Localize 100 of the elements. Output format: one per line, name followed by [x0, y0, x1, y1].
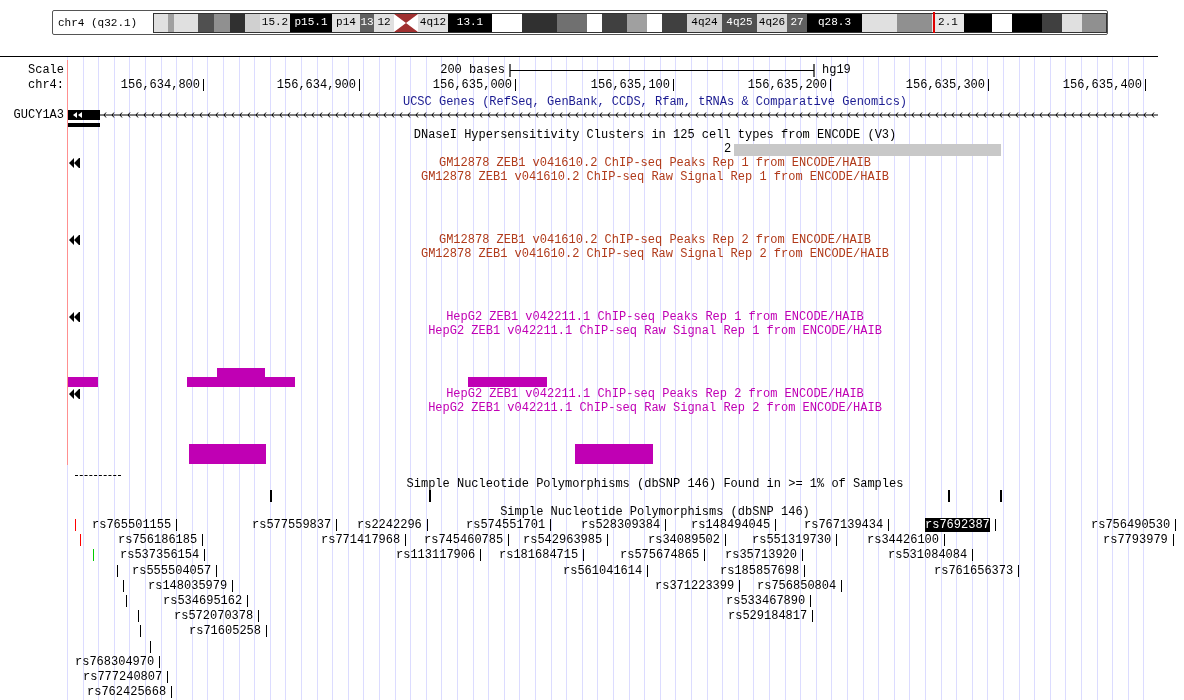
snp-tick[interactable] [204, 549, 206, 562]
snp-label[interactable]: rs768304970 [75, 654, 155, 669]
snp-label[interactable]: rs534695162 [163, 594, 243, 608]
snp-label[interactable]: rs34426100 [867, 533, 939, 548]
snp-tick[interactable] [836, 534, 838, 547]
chromosome-band[interactable]: 2.1 [932, 13, 964, 32]
snp-label[interactable]: rs531084084 [888, 548, 968, 563]
snp-label[interactable]: rs35713920 [725, 548, 797, 563]
snp-tick[interactable] [167, 671, 169, 683]
snp-tick[interactable] [258, 610, 260, 623]
snp-label[interactable]: rs371223399 [655, 578, 735, 593]
snp-tick[interactable] [665, 519, 667, 531]
chromosome-band[interactable]: p15.1 [290, 13, 332, 32]
chromosome-band[interactable]: p14 [332, 13, 360, 32]
snp-tick[interactable] [247, 595, 249, 607]
snp-tick[interactable] [405, 534, 407, 547]
snp-tick[interactable] [802, 549, 803, 562]
snp-tick[interactable] [266, 625, 267, 638]
chromosome-band[interactable] [897, 13, 932, 32]
gene-label[interactable]: GUCY1A3 [0, 108, 64, 122]
gene-model-drawing[interactable] [68, 109, 1158, 127]
snp-tick[interactable] [739, 579, 741, 592]
snp-tick[interactable] [176, 519, 178, 531]
snp-label[interactable]: rs7692387 [925, 518, 990, 532]
snp-tick[interactable] [1172, 534, 1174, 547]
snp-tick[interactable] [841, 579, 843, 592]
snp-label[interactable]: rs574551701 [466, 518, 546, 532]
snp-tick[interactable] [508, 534, 510, 547]
chromosome-band[interactable]: 13.1 [448, 13, 492, 32]
snp-tick[interactable] [583, 549, 585, 562]
snp-tick[interactable] [426, 519, 428, 531]
snp-tick[interactable] [888, 519, 890, 531]
snp-tick[interactable] [944, 534, 945, 547]
snp-label[interactable]: rs561041614 [563, 563, 643, 578]
snp-label[interactable]: rs2242296 [357, 518, 422, 532]
snp-label[interactable]: rs572070378 [174, 609, 254, 624]
snp-tick[interactable] [775, 519, 777, 531]
snp-label[interactable]: rs745460785 [424, 533, 504, 548]
snp-tick[interactable] [994, 519, 996, 531]
chromosome-band[interactable] [154, 13, 168, 32]
chromosome-band[interactable]: q28.3 [807, 13, 862, 32]
snp-label[interactable]: rs34089502 [648, 533, 720, 548]
snp-label[interactable]: rs761656373 [934, 563, 1014, 578]
chromosome-band[interactable]: 15.2 [260, 13, 290, 32]
left-arrows-icon[interactable] [69, 158, 80, 168]
snp-label[interactable]: rs533467890 [726, 594, 806, 608]
chromosome-band[interactable] [1062, 13, 1082, 32]
snp-tick[interactable] [140, 625, 141, 638]
snp-label[interactable]: rs185857698 [720, 563, 800, 578]
snp-tick[interactable] [972, 549, 974, 562]
snp-tick[interactable] [232, 579, 234, 592]
snp-tick[interactable] [202, 534, 204, 547]
snp-tick[interactable] [336, 519, 338, 531]
snp-label[interactable]: rs71605258 [189, 624, 261, 639]
chromosome-band[interactable] [174, 13, 198, 32]
snp-tick[interactable] [216, 564, 218, 577]
chromosome-band[interactable] [214, 13, 230, 32]
snp-tick[interactable] [1018, 564, 1020, 577]
snp-tick[interactable] [171, 686, 173, 699]
snp-label[interactable]: rs762425668 [87, 685, 167, 700]
snp-label[interactable]: rs575674865 [620, 548, 700, 563]
snp-label[interactable]: rs756490530 [1091, 518, 1171, 532]
chromosome-band[interactable] [245, 13, 260, 32]
left-arrows-icon[interactable] [69, 312, 80, 322]
snp-label[interactable]: rs113117906 [396, 548, 476, 563]
left-arrows-icon[interactable] [69, 389, 80, 399]
snp-label[interactable]: rs756186185 [118, 533, 198, 548]
snp-tick[interactable] [159, 655, 161, 668]
snp-tick[interactable] [810, 595, 812, 607]
snp-tick[interactable] [123, 579, 124, 592]
snp-label[interactable]: rs7793979 [1103, 533, 1168, 548]
snp-label[interactable]: rs542963985 [523, 533, 603, 548]
snp-label[interactable]: rs551319730 [752, 533, 832, 548]
snp-label[interactable]: rs767139434 [804, 518, 884, 532]
snp-tick[interactable] [150, 640, 151, 653]
chromosome-band[interactable]: 12 [374, 13, 394, 32]
snp-label[interactable]: rs537356154 [120, 548, 200, 563]
chromosome-band[interactable] [862, 13, 897, 32]
chromosome-band[interactable] [1082, 13, 1106, 32]
chromosome-ideogram[interactable]: 15.2 p15.1 p14 13 12 4q12 13.1 4q24 4q25 4q26 27 q28.3 2.1 [153, 12, 1107, 33]
snp-tick[interactable] [550, 519, 552, 531]
snp-tick[interactable] [138, 610, 139, 623]
snp-tick[interactable] [704, 549, 706, 562]
snp-label[interactable]: rs528309384 [581, 518, 661, 532]
chromosome-band[interactable] [168, 13, 174, 32]
snp-tick[interactable] [725, 534, 726, 547]
snp-label[interactable]: rs148494045 [691, 518, 771, 532]
snp-tick[interactable] [804, 564, 806, 577]
left-arrows-icon[interactable] [69, 235, 80, 245]
snp-label[interactable]: rs529184817 [728, 609, 808, 624]
chromosome-band[interactable]: 4q26 [757, 13, 787, 32]
snp-tick[interactable] [117, 564, 118, 577]
snp-tick[interactable] [1175, 519, 1177, 531]
chromosome-band[interactable]: 27 [787, 13, 807, 32]
snp-label[interactable]: rs756850804 [757, 578, 837, 593]
chromosome-band[interactable]: 4q25 [722, 13, 757, 32]
snp-label[interactable]: rs771417968 [321, 533, 401, 548]
snp-label[interactable]: rs765501155 [92, 518, 172, 532]
snp-label[interactable]: rs148035979 [148, 578, 228, 593]
snp-tick[interactable] [812, 610, 814, 623]
